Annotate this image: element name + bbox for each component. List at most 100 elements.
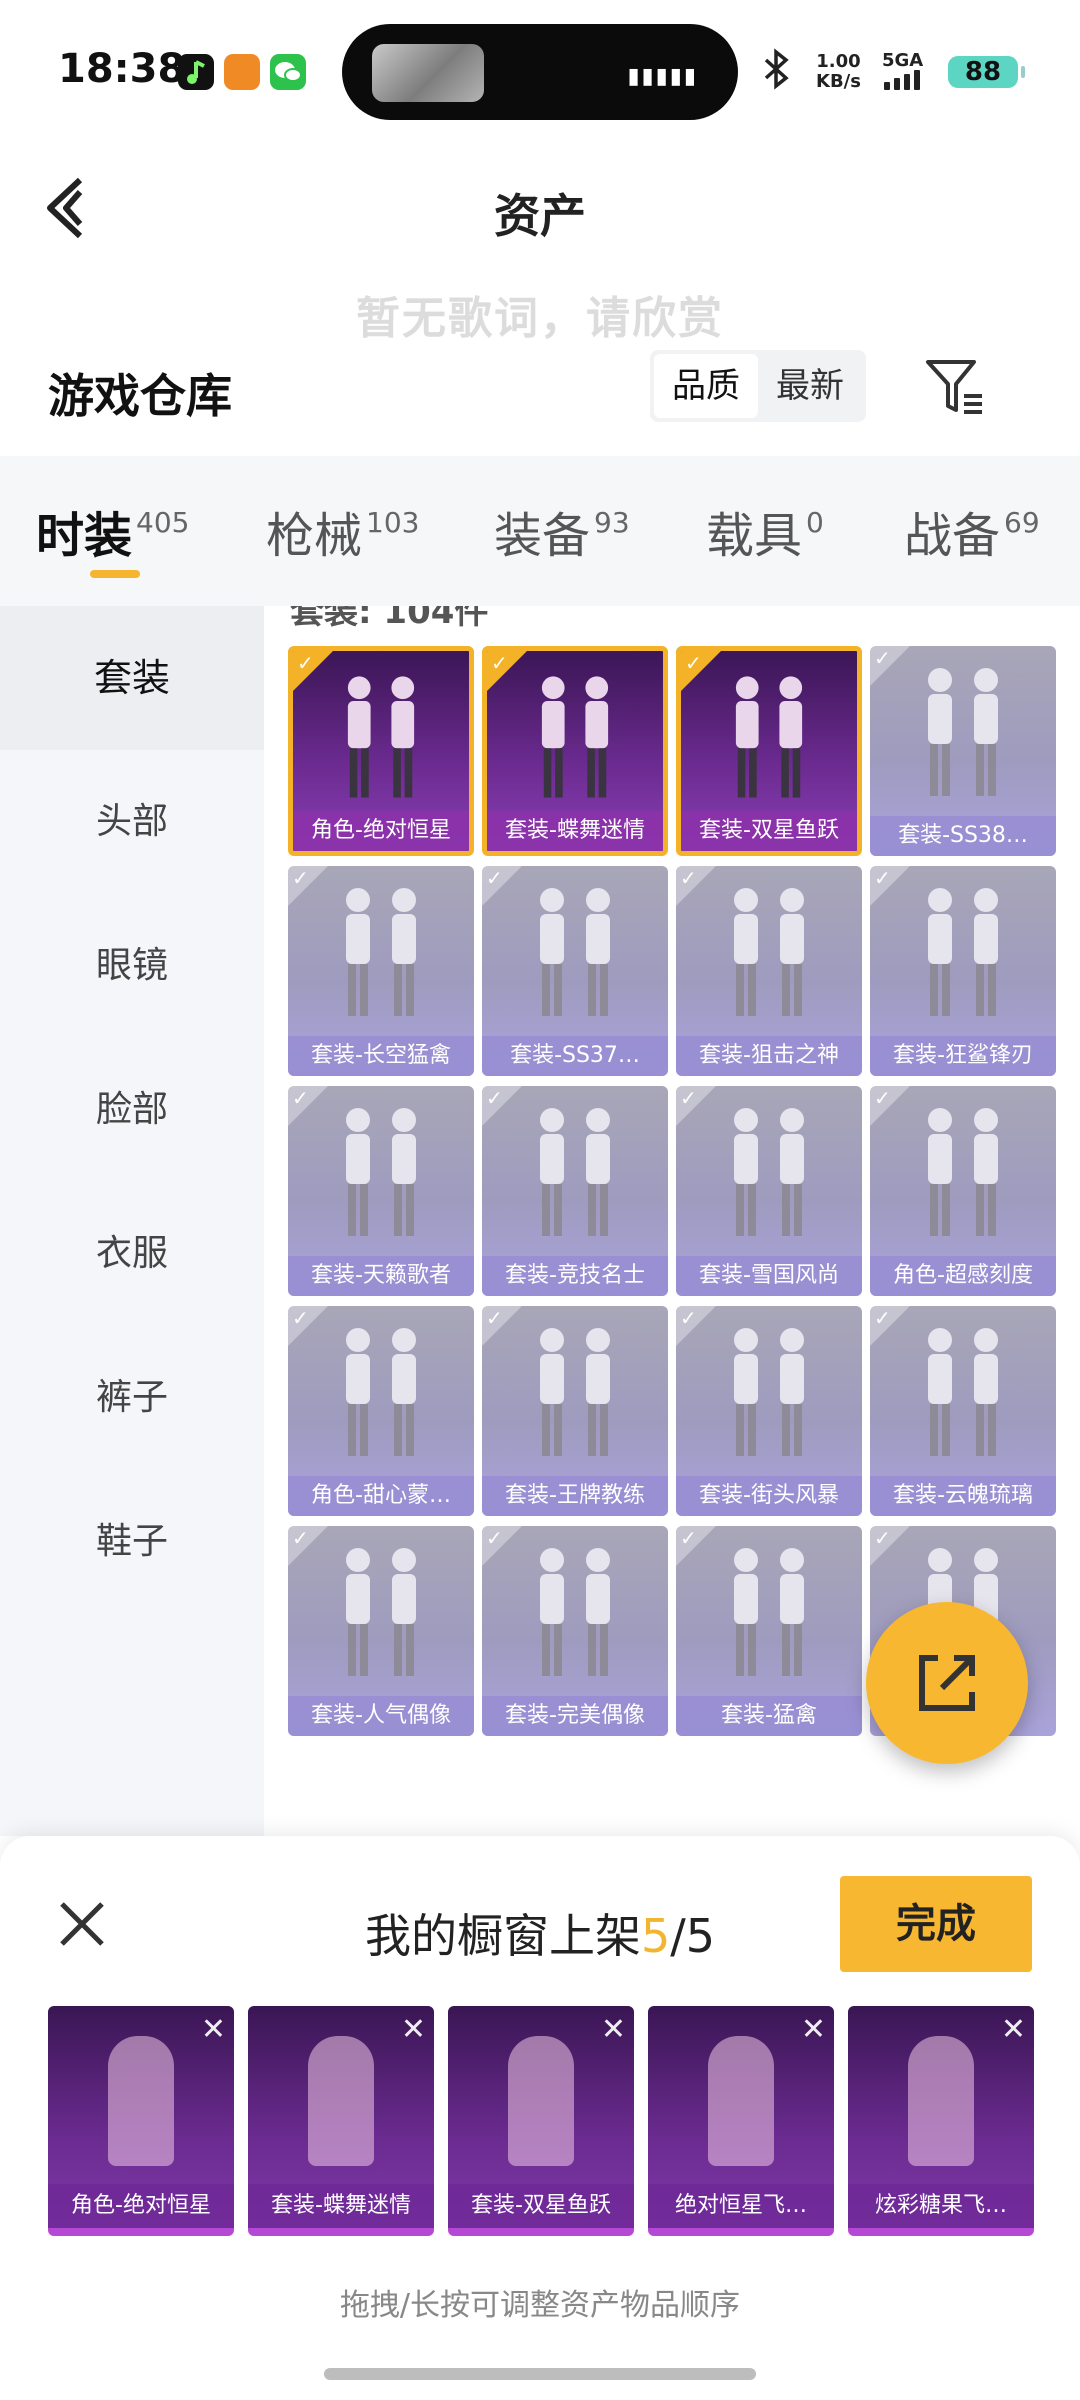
item-caption: 套装-双星鱼跃 [681, 811, 857, 851]
showcase-item[interactable]: ✕ 角色-绝对恒星 [48, 2006, 234, 2236]
reorder-hint: 拖拽/长按可调整资产物品顺序 [339, 2288, 741, 2323]
tab-label: 载具 [706, 508, 803, 564]
showcase-title-text: 我的橱窗上架 [364, 1909, 641, 1963]
remove-item-icon[interactable]: ✕ [601, 2012, 626, 2047]
item-card[interactable]: ✓ 套装-完美偶像 [482, 1526, 668, 1736]
showcase-item[interactable]: ✕ 绝对恒星飞… [648, 2006, 834, 2236]
grid-count-header: 套装: 104件 [290, 606, 489, 632]
check-icon: ✓ [874, 1526, 891, 1550]
check-icon: ✓ [297, 651, 314, 675]
item-caption: 套装-SS38… [870, 816, 1056, 856]
sidebar-item-head[interactable]: 头部 [0, 750, 264, 894]
share-icon [919, 1655, 975, 1711]
check-icon: ✓ [491, 651, 508, 675]
showcase-item-caption: 角色-绝对恒星 [48, 2184, 234, 2228]
item-card[interactable]: ✓ 套装-SS38… [870, 646, 1056, 856]
remove-item-icon[interactable]: ✕ [801, 2012, 826, 2047]
item-card[interactable]: ✓ 套装-雪国风尚 [676, 1086, 862, 1296]
item-card[interactable]: ✓ 套装-蝶舞迷情 [482, 646, 668, 856]
item-caption: 套装-竞技名士 [482, 1256, 668, 1296]
sidebar-item-suits[interactable]: 套装 [0, 606, 264, 750]
tab-label: 枪械 [266, 508, 363, 564]
showcase-item-caption: 套装-双星鱼跃 [448, 2184, 634, 2228]
net-speed: 1.00 KB/s [816, 52, 861, 92]
showcase-item-image [908, 2036, 974, 2166]
showcase-item[interactable]: ✕ 炫彩糖果飞… [848, 2006, 1034, 2236]
item-card[interactable]: ✓ 套装-云魄琉璃 [870, 1306, 1056, 1516]
item-card[interactable]: ✓ 套装-SS37… [482, 866, 668, 1076]
check-icon: ✓ [685, 651, 702, 675]
showcase-item-caption: 炫彩糖果飞… [848, 2184, 1034, 2228]
sidebar-item-face[interactable]: 脸部 [0, 1038, 264, 1182]
item-card[interactable]: ✓ 套装-狙击之神 [676, 866, 862, 1076]
item-caption: 套装-雪国风尚 [676, 1256, 862, 1296]
check-icon: ✓ [680, 866, 697, 890]
item-card[interactable]: ✓ 角色-甜心蒙… [288, 1306, 474, 1516]
battery-icon: 88 [948, 56, 1025, 88]
showcase-item[interactable]: ✕ 套装-蝶舞迷情 [248, 2006, 434, 2236]
item-caption: 角色-甜心蒙… [288, 1476, 474, 1516]
item-card[interactable]: ✓ 角色-超感刻度 [870, 1086, 1056, 1296]
share-button[interactable] [866, 1602, 1028, 1764]
showcase-count-current: 5 [640, 1909, 671, 1963]
check-icon: ✓ [874, 1086, 891, 1110]
check-icon: ✓ [486, 1086, 503, 1110]
signal-label: 5GA [882, 50, 924, 71]
remove-item-icon[interactable]: ✕ [201, 2012, 226, 2047]
tab-count: 93 [594, 506, 630, 539]
showcase-panel: 我的橱窗上架5/5 完成 ✕ 角色-绝对恒星 ✕ 套装-蝶舞迷情 ✕ 套装-双星鱼跃 ✕ 绝对… [0, 1836, 1080, 2400]
item-card[interactable]: ✓ 角色-绝对恒星 [288, 646, 474, 856]
tab-label: 时装 [36, 508, 133, 564]
sidebar-item-glasses[interactable]: 眼镜 [0, 894, 264, 1038]
tab-label: 装备 [494, 508, 591, 564]
item-caption: 套装-长空猛禽 [288, 1036, 474, 1076]
item-card[interactable]: ✓ 套装-双星鱼跃 [676, 646, 862, 856]
item-card[interactable]: ✓ 套装-人气偶像 [288, 1526, 474, 1736]
check-icon: ✓ [486, 1306, 503, 1330]
media-thumbnail [372, 44, 484, 102]
item-card[interactable]: ✓ 套装-长空猛禽 [288, 866, 474, 1076]
home-indicator[interactable] [324, 2368, 756, 2380]
item-card[interactable]: ✓ 套装-狂鲨锋刃 [870, 866, 1056, 1076]
showcase-item[interactable]: ✕ 套装-双星鱼跃 [448, 2006, 634, 2236]
dynamic-island[interactable]: ▮▮▮▮▮ [342, 24, 738, 120]
net-speed-unit: KB/s [816, 71, 861, 92]
remove-item-icon[interactable]: ✕ [401, 2012, 426, 2047]
item-caption: 套装-蝶舞迷情 [487, 811, 663, 851]
tab-vehicles[interactable]: 载具 0 [706, 496, 824, 566]
tab-firearms[interactable]: 枪械 103 [266, 496, 419, 566]
item-card[interactable]: ✓ 套装-竞技名士 [482, 1086, 668, 1296]
active-tab-indicator [90, 570, 140, 578]
item-card[interactable]: ✓ 套装-街头风暴 [676, 1306, 862, 1516]
sidebar-item-clothes[interactable]: 衣服 [0, 1182, 264, 1326]
tab-supplies[interactable]: 战备 69 [904, 496, 1040, 566]
showcase-item-image [708, 2036, 774, 2166]
check-icon: ✓ [292, 1306, 309, 1330]
sort-quality-button[interactable]: 品质 [654, 354, 758, 418]
category-tabs: 时装 405 枪械 103 装备 93 载具 0 战备 69 [0, 456, 1080, 606]
sidebar-item-shoes[interactable]: 鞋子 [0, 1470, 264, 1614]
warehouse-title: 游戏仓库 [48, 369, 232, 423]
showcase-item-image [508, 2036, 574, 2166]
item-caption: 角色-绝对恒星 [293, 811, 469, 851]
item-card[interactable]: ✓ 套装-王牌教练 [482, 1306, 668, 1516]
item-card[interactable]: ✓ 套装-天籁歌者 [288, 1086, 474, 1296]
sidebar-item-pants[interactable]: 裤子 [0, 1326, 264, 1470]
tab-fashion[interactable]: 时装 405 [36, 496, 189, 566]
showcase-item-caption: 绝对恒星飞… [648, 2184, 834, 2228]
item-caption: 套装-狂鲨锋刃 [870, 1036, 1056, 1076]
sort-newest-button[interactable]: 最新 [758, 354, 862, 418]
showcase-count-total: /5 [670, 1909, 716, 1963]
filter-button[interactable] [924, 356, 986, 418]
page-title: 资产 [494, 189, 586, 243]
filter-icon [926, 360, 982, 414]
remove-item-icon[interactable]: ✕ [1001, 2012, 1026, 2047]
item-card[interactable]: ✓ 套装-猛禽 [676, 1526, 862, 1736]
item-caption: 套装-SS37… [482, 1036, 668, 1076]
done-button[interactable]: 完成 [840, 1876, 1032, 1972]
tab-equipment[interactable]: 装备 93 [494, 496, 630, 566]
showcase-item-image [308, 2036, 374, 2166]
item-caption: 套装-天籁歌者 [288, 1256, 474, 1296]
item-caption: 套装-猛禽 [676, 1696, 862, 1736]
check-icon: ✓ [486, 866, 503, 890]
